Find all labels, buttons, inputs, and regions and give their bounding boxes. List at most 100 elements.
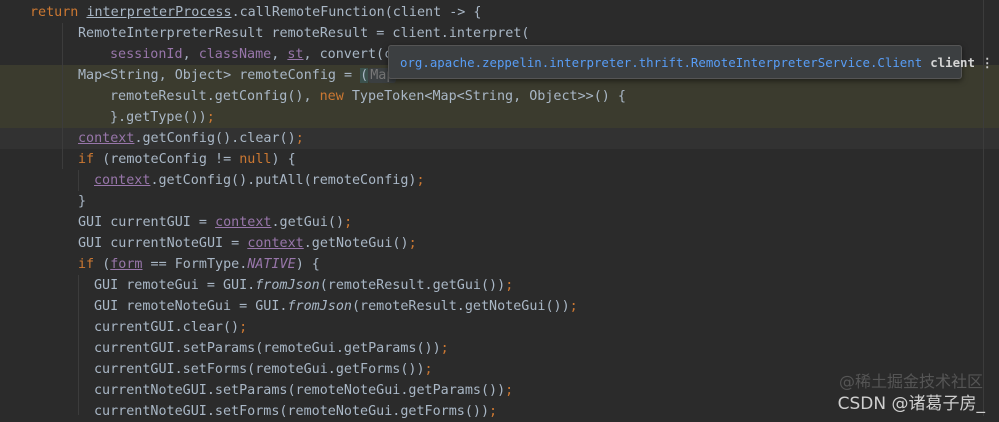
code-token: ; xyxy=(424,362,433,377)
code-line[interactable]: GUI currentGUI = context.getGui(); xyxy=(0,212,999,233)
code-token: , convert(c xyxy=(303,47,393,62)
code-line-text: sessionId, className, st, convert(c xyxy=(110,44,392,65)
code-line-text: currentGUI.setForms(remoteGui.getForms()… xyxy=(94,359,433,380)
code-line-text: if (remoteConfig != null) { xyxy=(78,149,296,170)
watermark: @稀土掘金技术社区 CSDN @诸葛子房_ xyxy=(837,372,985,414)
code-token: context xyxy=(94,173,151,188)
code-line-text: Map<String, Object> remoteConfig = (Map xyxy=(78,65,397,86)
code-token: .getNoteGui() xyxy=(303,236,409,251)
more-options-icon[interactable]: ⋮ xyxy=(981,55,993,70)
code-line[interactable]: if (remoteConfig != null) { xyxy=(0,149,999,170)
code-line-text: GUI remoteNoteGui = GUI.fromJson(remoteR… xyxy=(94,296,578,317)
code-token: remoteResult.getConfig(), xyxy=(110,89,320,104)
indent-guide xyxy=(78,170,79,191)
code-token: ; xyxy=(416,173,425,188)
code-line-text: remoteResult.getConfig(), new TypeToken<… xyxy=(110,86,626,107)
code-line[interactable]: remoteResult.getConfig(), new TypeToken<… xyxy=(0,86,999,107)
code-line-text: currentGUI.clear(); xyxy=(94,317,247,338)
code-token: .getConfig().clear() xyxy=(134,131,296,146)
code-line[interactable]: context.getConfig().putAll(remoteConfig)… xyxy=(0,170,999,191)
code-token: ; xyxy=(489,404,498,419)
indent-guide xyxy=(62,23,63,169)
code-token: Map<String, Object> remoteConfig = xyxy=(78,68,361,83)
code-token: .getConfig().putAll(remoteConfig) xyxy=(150,173,417,188)
code-line-text: currentGUI.setParams(remoteGui.getParams… xyxy=(94,338,449,359)
code-token: ) { xyxy=(295,257,320,272)
code-token: ; xyxy=(440,341,449,356)
code-line-text: currentNoteGUI.setForms(remoteNoteGui.ge… xyxy=(94,401,497,422)
code-token: , xyxy=(182,47,199,62)
code-token: GUI currentGUI = xyxy=(78,215,216,230)
code-token: GUI currentNoteGUI = xyxy=(78,236,248,251)
code-token: currentGUI.setParams(remoteGui.getParams… xyxy=(94,341,441,356)
code-token: fromJson xyxy=(255,278,320,293)
code-token: ; xyxy=(239,320,248,335)
code-token: }.getType()) xyxy=(110,110,207,125)
code-token: NATIVE xyxy=(247,257,296,272)
indent-guide xyxy=(78,275,79,415)
code-line[interactable]: context.getConfig().clear(); xyxy=(0,128,999,149)
code-token: ; xyxy=(344,215,353,230)
code-token: == FormType. xyxy=(142,257,248,272)
code-line[interactable]: RemoteInterpreterResult remoteResult = c… xyxy=(0,23,999,44)
code-token: (remoteConfig != xyxy=(102,152,240,167)
code-token: currentNoteGUI.setParams(remoteNoteGui.g… xyxy=(94,383,506,398)
code-token: ; xyxy=(569,299,578,314)
code-line-text: currentNoteGUI.setParams(remoteNoteGui.g… xyxy=(94,380,513,401)
code-token: GUI remoteGui = GUI. xyxy=(94,278,256,293)
hint-class-name[interactable]: org.apache.zeppelin.interpreter.thrift.R… xyxy=(400,55,922,70)
code-line-text: context.getConfig().clear(); xyxy=(78,128,304,149)
code-token: , xyxy=(271,47,288,62)
code-token: ; xyxy=(295,131,304,146)
code-token: ; xyxy=(408,236,417,251)
code-token: . xyxy=(231,5,240,20)
code-line[interactable]: } xyxy=(0,191,999,212)
code-token: className xyxy=(198,47,272,62)
code-line-text: }.getType()); xyxy=(110,107,215,128)
code-token: currentNoteGUI.setForms(remoteNoteGui.ge… xyxy=(94,404,490,419)
code-token: ; xyxy=(206,110,215,125)
code-token: new xyxy=(319,89,352,104)
code-token: .getGui() xyxy=(271,215,345,230)
code-line[interactable]: if (form == FormType.NATIVE) { xyxy=(0,254,999,275)
code-token: RemoteInterpreterResult remoteResult = c… xyxy=(78,26,530,41)
code-line-text: GUI currentNoteGUI = context.getNoteGui(… xyxy=(78,233,417,254)
code-line[interactable]: GUI currentNoteGUI = context.getNoteGui(… xyxy=(0,233,999,254)
code-line-text: context.getConfig().putAll(remoteConfig)… xyxy=(94,170,425,191)
code-line[interactable]: GUI remoteNoteGui = GUI.fromJson(remoteR… xyxy=(0,296,999,317)
code-token: callRemoteFunction(client -> { xyxy=(239,5,482,20)
code-token: GUI remoteNoteGui = GUI. xyxy=(94,299,288,314)
code-token: currentGUI.setForms(remoteGui.getForms()… xyxy=(94,362,425,377)
code-line[interactable]: currentGUI.setParams(remoteGui.getParams… xyxy=(0,338,999,359)
code-token: null xyxy=(239,152,272,167)
hint-variable-name: client xyxy=(930,54,975,70)
code-token: ) { xyxy=(271,152,296,167)
code-line-text: } xyxy=(78,191,86,212)
code-token: context xyxy=(247,236,304,251)
code-line[interactable]: return interpreterProcess.callRemoteFunc… xyxy=(0,2,999,23)
code-token: (remoteResult.getGui()) xyxy=(319,278,506,293)
code-token: } xyxy=(78,194,87,209)
code-line-text: if (form == FormType.NATIVE) { xyxy=(78,254,320,275)
watermark-text: CSDN @诸葛子房_ xyxy=(837,394,985,414)
code-token: if xyxy=(78,152,103,167)
code-line[interactable]: }.getType()); xyxy=(0,107,999,128)
code-token: context xyxy=(78,131,135,146)
watermark-background-text: @稀土掘金技术社区 xyxy=(838,372,983,391)
code-token: currentGUI.clear() xyxy=(94,320,240,335)
code-token: context xyxy=(215,215,272,230)
code-token: ; xyxy=(505,383,514,398)
code-token: form xyxy=(110,257,143,272)
code-token: return xyxy=(30,5,87,20)
code-token: st xyxy=(287,47,304,62)
code-line-text: GUI currentGUI = context.getGui(); xyxy=(78,212,352,233)
code-line-text: RemoteInterpreterResult remoteResult = c… xyxy=(78,23,529,44)
code-token: if xyxy=(78,257,103,272)
code-token: interpreterProcess xyxy=(86,5,232,20)
code-token: (remoteResult.getNoteGui()) xyxy=(351,299,570,314)
type-hint-popup: org.apache.zeppelin.interpreter.thrift.R… xyxy=(388,45,993,79)
code-line-text: GUI remoteGui = GUI.fromJson(remoteResul… xyxy=(94,275,513,296)
code-line[interactable]: currentGUI.clear(); xyxy=(0,317,999,338)
code-token: fromJson xyxy=(287,299,352,314)
code-line[interactable]: GUI remoteGui = GUI.fromJson(remoteResul… xyxy=(0,275,999,296)
